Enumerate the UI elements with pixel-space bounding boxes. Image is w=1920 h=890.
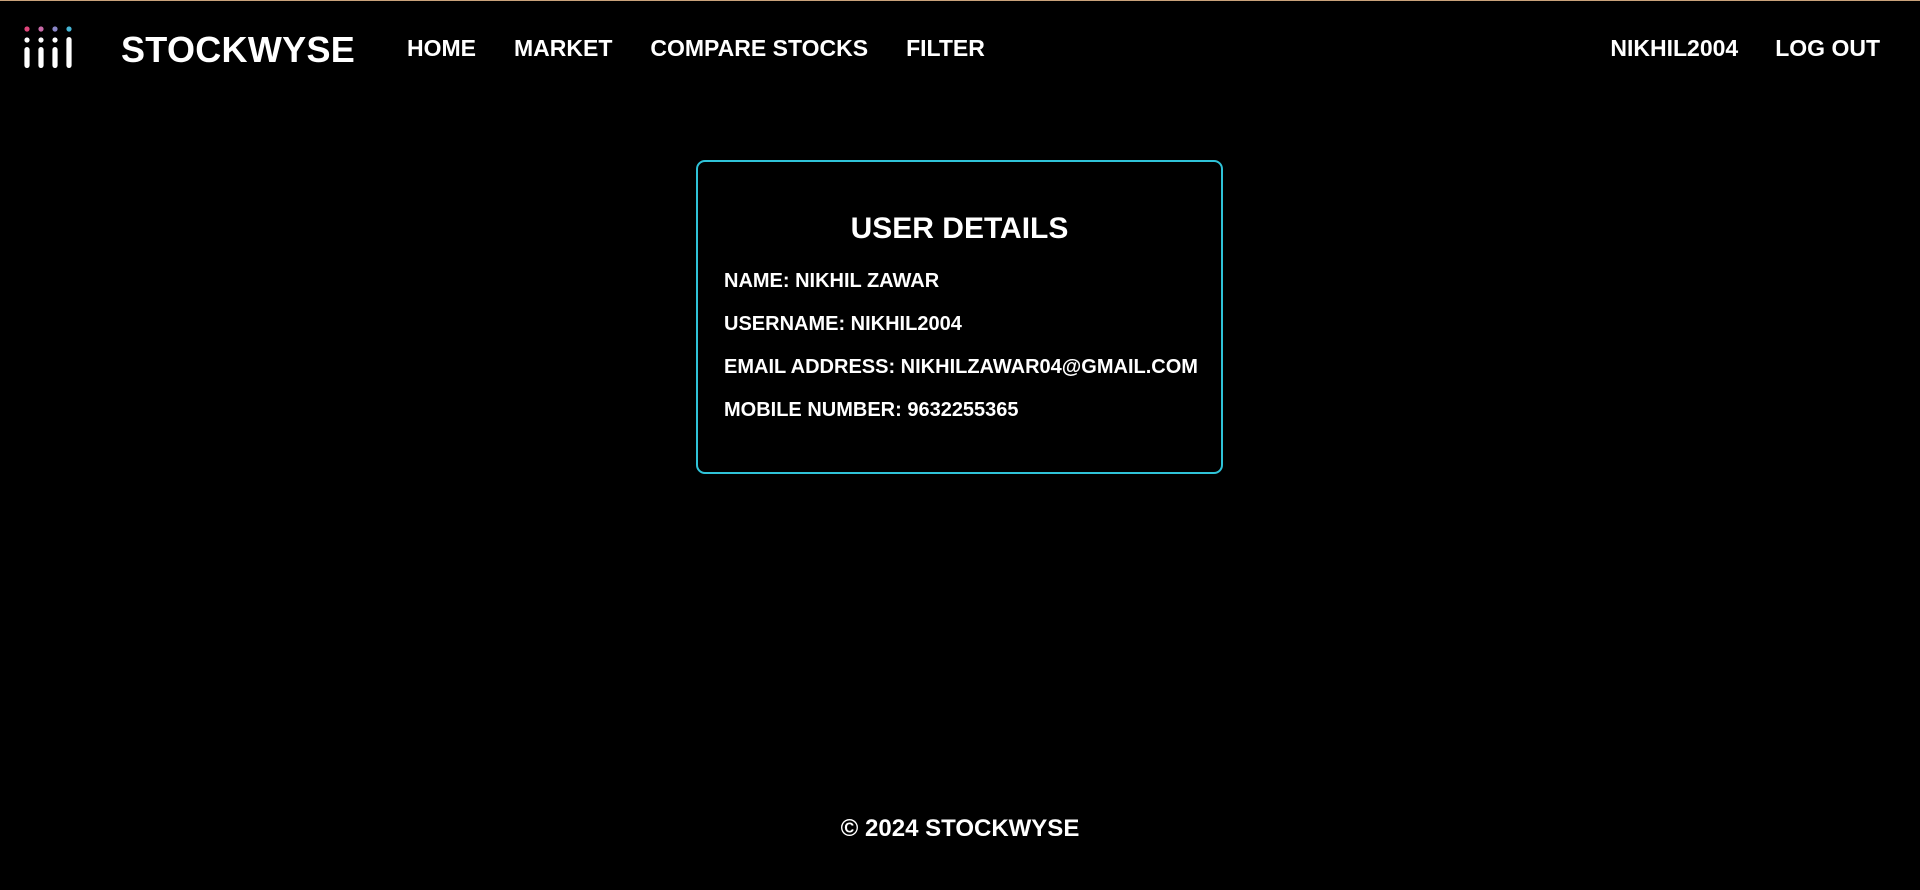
logout-button[interactable]: LOG OUT	[1775, 35, 1880, 62]
user-details-card: USER DETAILS NAME: NIKHIL ZAWAR USERNAME…	[696, 160, 1223, 474]
detail-mobile: MOBILE NUMBER: 9632255365	[724, 399, 1019, 421]
nav-item-filter[interactable]: FILTER	[906, 35, 985, 62]
bar-dots-logo-icon[interactable]	[22, 25, 72, 69]
card-title: USER DETAILS	[850, 212, 1069, 245]
navbar: STOCKWYSE HOME MARKET COMPARE STOCKS FIL…	[0, 1, 1920, 95]
nav-item-home[interactable]: HOME	[407, 35, 476, 62]
footer-copyright: © 2024 STOCKWYSE	[840, 815, 1080, 842]
brand-name[interactable]: STOCKWYSE	[121, 29, 355, 71]
detail-email: EMAIL ADDRESS: NIKHILZAWAR04@GMAIL.COM	[724, 356, 1198, 378]
nav-username[interactable]: NIKHIL2004	[1610, 35, 1738, 62]
nav-item-market[interactable]: MARKET	[514, 35, 612, 62]
user-nav: NIKHIL2004 LOG OUT	[1610, 35, 1880, 62]
nav-item-compare-stocks[interactable]: COMPARE STOCKS	[650, 35, 868, 62]
main-nav: HOME MARKET COMPARE STOCKS FILTER	[407, 35, 985, 62]
detail-name: NAME: NIKHIL ZAWAR	[724, 270, 940, 292]
detail-username: USERNAME: NIKHIL2004	[724, 313, 962, 335]
